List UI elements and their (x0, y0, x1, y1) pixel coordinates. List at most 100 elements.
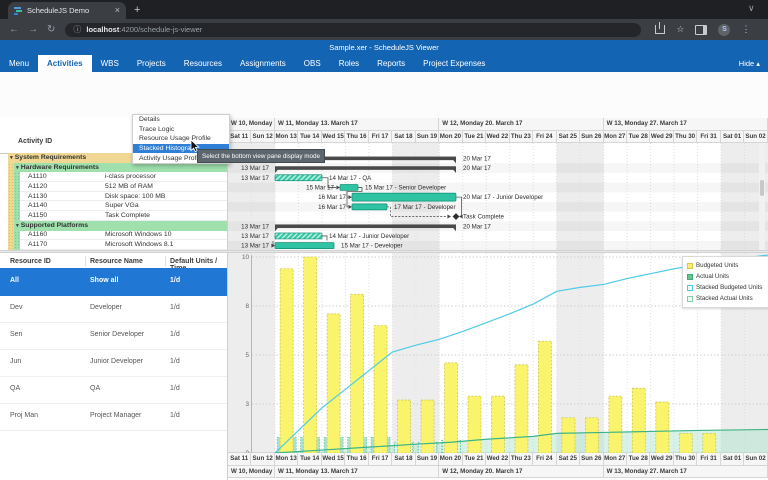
menu-tab-wbs[interactable]: WBS (92, 55, 128, 72)
activity-name: Microsoft Windows 8.1 (105, 241, 174, 249)
menu-tab-activities[interactable]: Activities (38, 55, 92, 72)
activity-row-hardware-requirements[interactable]: ▾ Hardware Requirements (14, 162, 227, 173)
hierarchy-strip (14, 172, 20, 221)
activity-row-a1130[interactable]: A1130 Disk space: 100 MB (20, 192, 227, 202)
resource-row-all[interactable]: All Show all 1/d (0, 267, 227, 296)
legend-swatch (687, 295, 693, 302)
reload-icon[interactable]: ↻ (47, 24, 55, 35)
week-cell: W 11, Monday 13. March 17 (274, 118, 440, 131)
budgeted-units-bar (678, 432, 693, 453)
budgeted-units-bar (373, 324, 388, 453)
day-cell: Tue 28 (626, 130, 651, 143)
gantt-vertical-scrollbar[interactable] (759, 143, 765, 250)
bar-date-label: 20 Mar 17 - Junior Developer (463, 194, 543, 201)
menu-tab-assignments[interactable]: Assignments (231, 55, 295, 72)
day-cell: Tue 14 (298, 453, 322, 466)
week-cell: W 12, Monday 20. March 17 (439, 118, 604, 131)
day-cell: Fri 31 (697, 453, 721, 466)
app-menubar: Menu Activities WBS Projects Resources Assign… (0, 55, 768, 72)
menu-tab-menu[interactable]: Menu (0, 55, 38, 72)
day-cell: Sat 11 (228, 453, 252, 466)
profile-avatar[interactable]: S (718, 23, 731, 36)
legend-item: Actual Units (687, 271, 768, 282)
bookmark-star-icon[interactable]: ☆ (676, 24, 684, 35)
resource-row-qa[interactable]: QA QA 1/d (0, 376, 227, 404)
budgeted-units-bar (467, 395, 482, 453)
bar-date-label: 16 Mar 17 (318, 194, 346, 201)
site-info-icon[interactable]: ⓘ (73, 24, 81, 35)
resource-row-dev[interactable]: Dev Developer 1/d (0, 295, 227, 323)
budgeted-units-bar (491, 395, 505, 453)
menu-tab-projects[interactable]: Projects (128, 55, 175, 72)
application-window: ScheduleJS Demo × + ∨ ← → ↻ ⓘ localhost:… (0, 0, 768, 480)
app-titlebar: Sample.xer - ScheduleJS Viewer (0, 40, 768, 55)
tab-search-chevron-icon[interactable]: ∨ (748, 3, 755, 14)
menu-tab-project-expenses[interactable]: Project Expenses (414, 55, 494, 72)
dropdown-item-trace-logic[interactable]: Trace Logic (133, 125, 229, 135)
menu-tab-obs[interactable]: OBS (295, 55, 330, 72)
resource-row-jun[interactable]: Jun Junior Developer 1/d (0, 349, 227, 377)
browser-menu-dots-icon[interactable]: ⋮ (741, 24, 750, 35)
activity-name: Microsoft Windows 10 (105, 231, 172, 239)
side-panel-icon[interactable] (695, 24, 708, 35)
activity-row-a1170[interactable]: A1170 Microsoft Windows 8.1 (20, 240, 227, 250)
tab-close-icon[interactable]: × (115, 6, 120, 15)
new-tab-button[interactable]: + (134, 4, 140, 16)
activity-row-a1110[interactable]: A1110 i-class processor (20, 172, 227, 183)
legend-item: Stacked Actual Units (687, 293, 768, 304)
resource-units: 1/d (170, 384, 180, 392)
menu-tab-roles[interactable]: Roles (330, 55, 368, 72)
resource-id: QA (10, 384, 21, 392)
dropdown-item-resource-usage-profile[interactable]: Resource Usage Profile (133, 134, 229, 144)
budgeted-units-bar (444, 361, 458, 453)
collapse-chevron-icon[interactable]: ▾ (10, 155, 13, 161)
day-cell: Sun 26 (580, 130, 604, 143)
task-bar (274, 232, 323, 239)
resource-row-proj-man[interactable]: Proj Man Project Manager 1/d (0, 403, 227, 431)
browser-tab[interactable]: ScheduleJS Demo × (8, 2, 126, 19)
forward-icon[interactable]: → (28, 24, 38, 35)
legend-swatch (687, 262, 693, 269)
day-cell: Mon 20 (439, 130, 463, 143)
collapse-chevron-icon[interactable]: ▾ (16, 165, 19, 171)
resource-units: 1/d (170, 357, 180, 365)
chart-legend: Budgeted Units Actual Units Stacked Budget… (682, 256, 768, 308)
resource-row-sen[interactable]: Sen Senior Developer 1/d (0, 322, 227, 350)
task-bar (351, 202, 388, 210)
bar-date-label: 15 Mar 17 - Senior Developer (365, 184, 446, 191)
back-icon[interactable]: ← (9, 24, 19, 35)
day-cell: Sun 19 (415, 453, 440, 466)
collapse-chevron-icon[interactable]: ▾ (16, 223, 19, 229)
menu-tab-resources[interactable]: Resources (175, 55, 231, 72)
day-cell: Fri 17 (368, 130, 393, 143)
day-cell: Thu 30 (673, 453, 698, 466)
dropdown-item-details[interactable]: Details (133, 115, 229, 125)
resource-name: Show all (90, 276, 119, 284)
bar-date-label: 16 Mar 17 (318, 203, 346, 210)
activity-row-a1140[interactable]: A1140 Super VGa (20, 202, 227, 212)
day-cell: Sat 11 (228, 130, 252, 143)
share-icon[interactable] (655, 22, 666, 34)
day-cell: Tue 28 (626, 453, 651, 466)
day-cell: Sat 25 (556, 453, 581, 466)
hide-button[interactable]: Hide ▴ (731, 55, 768, 72)
address-bar[interactable]: ⓘ localhost:4200/schedule-js-viewer (65, 22, 642, 37)
day-cell: Thu 16 (345, 130, 369, 143)
activity-row-a1120[interactable]: A1120 512 MB of RAM (20, 182, 227, 192)
day-cell: Fri 24 (533, 453, 557, 466)
bar-date-label: 13 Mar 17 (241, 232, 269, 239)
activity-row-supported-platforms[interactable]: ▾ Supported Platforms (14, 220, 227, 231)
scrollbar-thumb[interactable] (760, 180, 764, 196)
week-cell: W 13, Monday 27. March 17 (603, 118, 768, 131)
resource-name: Junior Developer (90, 357, 143, 365)
bar-date-label: 20 Mar 17 (463, 155, 491, 162)
bar-date-label: 17 Mar 17 - Developer (394, 203, 456, 210)
day-cell: Thu 30 (673, 130, 698, 143)
activity-row-a1160[interactable]: A1160 Microsoft Windows 10 (20, 231, 227, 241)
resource-name: QA (90, 384, 101, 392)
activity-id-header: Activity ID (18, 138, 53, 145)
budgeted-units-bar (655, 401, 670, 453)
activity-row-a1150[interactable]: A1150 Task Complete (20, 211, 227, 221)
hierarchy-strip (14, 230, 20, 250)
menu-tab-reports[interactable]: Reports (368, 55, 414, 72)
